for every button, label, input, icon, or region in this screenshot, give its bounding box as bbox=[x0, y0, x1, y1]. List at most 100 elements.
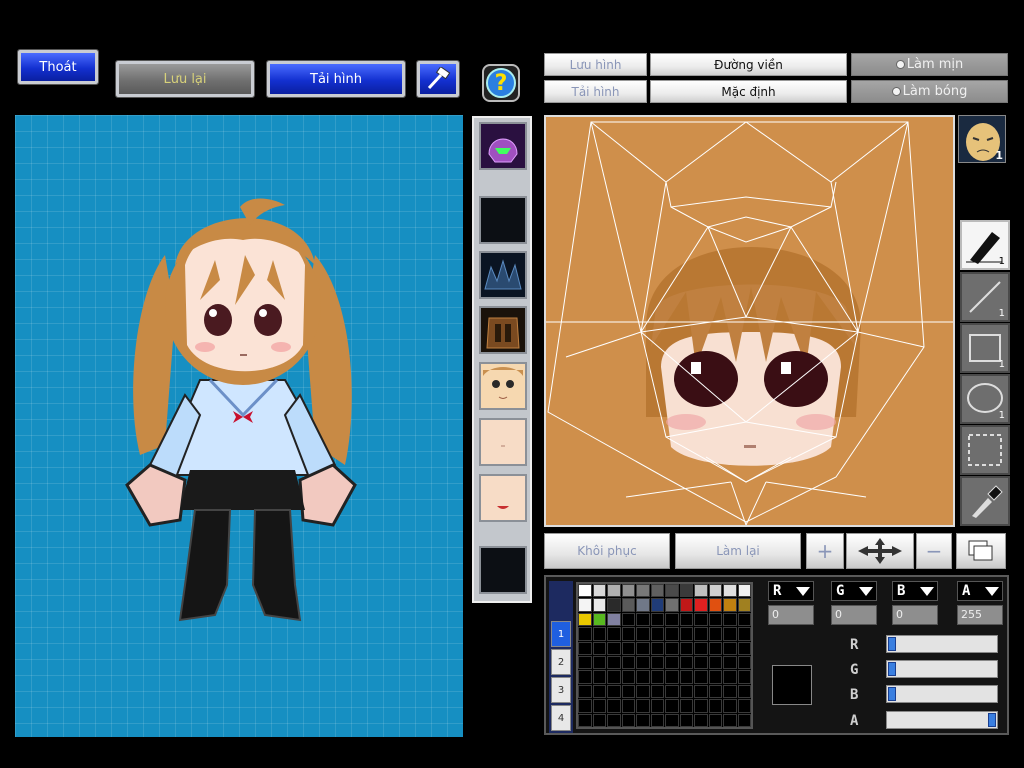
smooth-option[interactable]: Làm mịn bbox=[851, 53, 1008, 76]
color-swatch[interactable] bbox=[650, 655, 664, 670]
redo-button[interactable]: Làm lại bbox=[675, 533, 801, 569]
alpha-channel-select[interactable]: A bbox=[957, 581, 1003, 601]
color-swatch[interactable] bbox=[679, 584, 693, 598]
color-swatch[interactable] bbox=[592, 641, 606, 655]
color-swatch[interactable] bbox=[665, 699, 679, 713]
color-swatch[interactable] bbox=[708, 612, 722, 627]
skin-part[interactable] bbox=[479, 418, 527, 466]
color-swatch[interactable] bbox=[607, 684, 621, 699]
layer-tab-4[interactable]: 4 bbox=[551, 705, 571, 731]
color-swatch[interactable] bbox=[607, 612, 621, 627]
color-swatch[interactable] bbox=[737, 670, 751, 684]
color-swatch[interactable] bbox=[708, 670, 722, 684]
color-swatch[interactable] bbox=[650, 713, 664, 727]
color-swatch[interactable] bbox=[650, 699, 664, 713]
color-swatch[interactable] bbox=[650, 670, 664, 684]
color-swatch[interactable] bbox=[708, 627, 722, 641]
color-swatch[interactable] bbox=[665, 684, 679, 699]
blue-slider[interactable] bbox=[886, 685, 998, 703]
color-swatch[interactable] bbox=[665, 598, 679, 612]
alpha-slider[interactable] bbox=[886, 711, 998, 729]
empty-slot[interactable] bbox=[479, 546, 527, 594]
color-swatch[interactable] bbox=[650, 612, 664, 627]
color-swatch[interactable] bbox=[723, 655, 737, 670]
color-swatch[interactable] bbox=[737, 713, 751, 727]
color-swatch[interactable] bbox=[694, 713, 708, 727]
color-swatch[interactable] bbox=[694, 612, 708, 627]
color-swatch[interactable] bbox=[607, 670, 621, 684]
color-swatch[interactable] bbox=[694, 684, 708, 699]
color-swatch[interactable] bbox=[723, 584, 737, 598]
zoom-in-button[interactable]: + bbox=[806, 533, 844, 569]
color-swatch[interactable] bbox=[708, 713, 722, 727]
color-swatch[interactable] bbox=[723, 684, 737, 699]
color-swatch[interactable] bbox=[592, 584, 606, 598]
color-swatch[interactable] bbox=[679, 684, 693, 699]
color-swatch[interactable] bbox=[650, 598, 664, 612]
color-swatch[interactable] bbox=[578, 684, 592, 699]
color-swatch[interactable] bbox=[708, 641, 722, 655]
color-swatch[interactable] bbox=[737, 655, 751, 670]
color-swatch[interactable] bbox=[650, 627, 664, 641]
restore-button[interactable]: Khôi phục bbox=[544, 533, 670, 569]
color-swatch[interactable] bbox=[607, 627, 621, 641]
color-swatch[interactable] bbox=[621, 584, 635, 598]
color-swatch[interactable] bbox=[636, 670, 650, 684]
color-swatch[interactable] bbox=[621, 627, 635, 641]
empty-slot[interactable] bbox=[479, 196, 527, 244]
ellipse-tool[interactable]: 1 bbox=[960, 374, 1010, 424]
save-image-button[interactable]: Lưu hình bbox=[544, 53, 647, 76]
color-swatch[interactable] bbox=[694, 641, 708, 655]
color-swatch[interactable] bbox=[665, 627, 679, 641]
face-part[interactable] bbox=[479, 362, 527, 410]
color-swatch[interactable] bbox=[723, 612, 737, 627]
exit-button[interactable]: Thoát bbox=[17, 49, 99, 85]
eyedropper-tool[interactable] bbox=[960, 476, 1010, 526]
mouth-part[interactable] bbox=[479, 474, 527, 522]
select-tool[interactable] bbox=[960, 425, 1010, 475]
color-swatch[interactable] bbox=[737, 584, 751, 598]
color-swatch[interactable] bbox=[679, 670, 693, 684]
color-swatch[interactable] bbox=[708, 699, 722, 713]
color-swatch[interactable] bbox=[708, 598, 722, 612]
color-swatch[interactable] bbox=[679, 627, 693, 641]
color-swatch[interactable] bbox=[592, 598, 606, 612]
help-button[interactable]: ? bbox=[482, 64, 520, 102]
color-swatch[interactable] bbox=[723, 713, 737, 727]
color-swatch[interactable] bbox=[621, 684, 635, 699]
color-swatch[interactable] bbox=[592, 655, 606, 670]
color-swatch[interactable] bbox=[578, 670, 592, 684]
line-tool[interactable]: 1 bbox=[960, 272, 1010, 322]
hammer-button[interactable] bbox=[416, 60, 460, 98]
color-swatch[interactable] bbox=[636, 627, 650, 641]
red-channel-select[interactable]: R bbox=[768, 581, 814, 601]
color-swatch[interactable] bbox=[665, 670, 679, 684]
color-swatch[interactable] bbox=[621, 699, 635, 713]
reload-button[interactable]: Tải hình bbox=[266, 60, 406, 98]
color-swatch[interactable] bbox=[621, 655, 635, 670]
color-swatch[interactable] bbox=[636, 713, 650, 727]
color-swatch[interactable] bbox=[665, 655, 679, 670]
color-swatch[interactable] bbox=[578, 641, 592, 655]
color-swatch[interactable] bbox=[578, 627, 592, 641]
alpha-slider-thumb[interactable] bbox=[988, 713, 996, 727]
shade-radio[interactable] bbox=[891, 87, 901, 96]
color-swatch[interactable] bbox=[578, 612, 592, 627]
color-swatch[interactable] bbox=[636, 584, 650, 598]
color-swatch[interactable] bbox=[607, 713, 621, 727]
spiky-hair-part[interactable] bbox=[479, 251, 527, 299]
rect-tool[interactable]: 1 bbox=[960, 323, 1010, 373]
red-value-input[interactable]: 0 bbox=[768, 605, 814, 625]
character-preview[interactable] bbox=[15, 115, 463, 737]
color-swatch[interactable] bbox=[592, 670, 606, 684]
color-swatch[interactable] bbox=[636, 641, 650, 655]
green-slider[interactable] bbox=[886, 660, 998, 678]
move-button[interactable] bbox=[846, 533, 914, 569]
shade-option[interactable]: Làm bóng bbox=[851, 80, 1008, 103]
color-swatch[interactable] bbox=[592, 684, 606, 699]
color-swatch[interactable] bbox=[665, 713, 679, 727]
color-swatch[interactable] bbox=[708, 584, 722, 598]
color-swatch[interactable] bbox=[621, 598, 635, 612]
blue-slider-thumb[interactable] bbox=[888, 687, 896, 701]
color-swatch[interactable] bbox=[723, 699, 737, 713]
